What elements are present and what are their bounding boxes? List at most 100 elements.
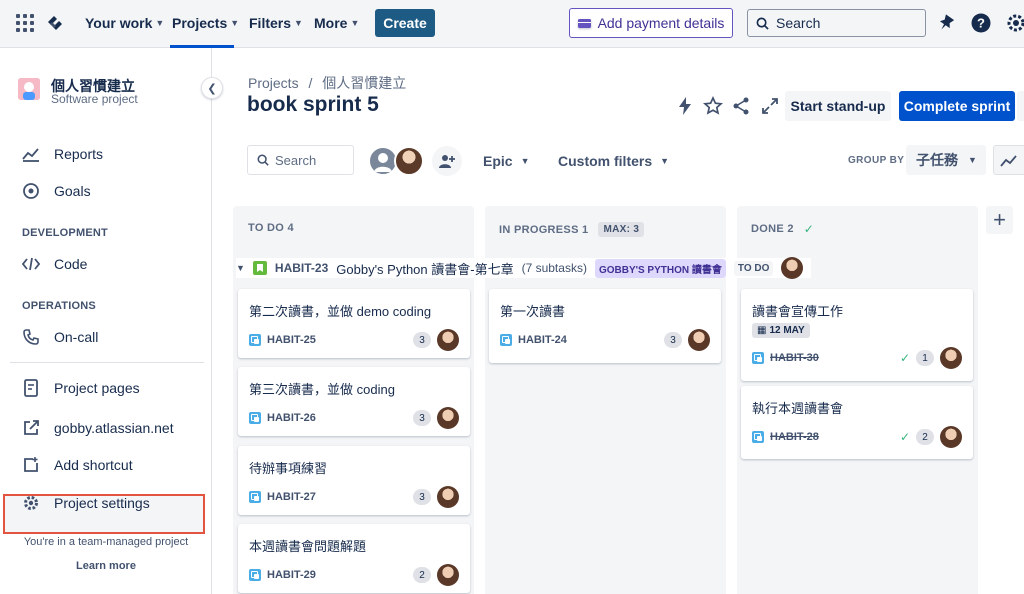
collapse-sidebar-button[interactable]: ❮ xyxy=(201,77,223,99)
story-points-badge: 3 xyxy=(413,489,431,505)
card-footer: HABIT-28 xyxy=(752,431,819,443)
epic-filter-dropdown[interactable]: Epic ▼ xyxy=(483,153,530,169)
card-meta: 3 xyxy=(413,486,459,508)
svg-text:?: ? xyxy=(977,16,985,31)
insights-button[interactable] xyxy=(993,145,1024,175)
add-shortcut-icon xyxy=(22,456,40,474)
goals-icon xyxy=(22,182,40,200)
sidebar-item-add-shortcut[interactable]: Add shortcut xyxy=(22,456,133,474)
jira-logo-icon[interactable] xyxy=(44,12,66,34)
card-meta: ✓ 1 xyxy=(900,347,962,369)
custom-filters-dropdown[interactable]: Custom filters ▼ xyxy=(558,153,669,169)
card-meta: 3 xyxy=(664,329,710,351)
project-type: Software project xyxy=(51,92,138,106)
sidebar-item-reports[interactable]: Reports xyxy=(22,145,103,163)
more-actions-button[interactable] xyxy=(1017,91,1024,121)
star-icon[interactable] xyxy=(703,96,723,116)
board-search-input[interactable]: Search xyxy=(247,145,354,175)
page-icon xyxy=(22,379,40,397)
sidebar-item-label: Project pages xyxy=(54,380,140,396)
app-switcher-icon[interactable] xyxy=(16,14,34,32)
subtask-icon xyxy=(249,412,261,424)
card-footer: HABIT-24 xyxy=(500,334,567,346)
avatar-user[interactable] xyxy=(394,146,424,176)
custom-filters-label: Custom filters xyxy=(558,153,653,169)
issue-card[interactable]: 待辦事項練習 HABIT-27 3 xyxy=(238,446,470,515)
nav-projects[interactable]: Projects ▼ xyxy=(172,15,239,31)
add-person-icon xyxy=(439,155,455,168)
fullscreen-icon[interactable] xyxy=(760,96,780,116)
breadcrumb-projects[interactable]: Projects xyxy=(248,75,299,91)
subtask-icon xyxy=(752,352,764,364)
card-title: 讀書會宣傳工作 xyxy=(752,304,844,319)
breadcrumb-project[interactable]: 個人習慣建立 xyxy=(322,75,406,91)
subtask-icon xyxy=(249,569,261,581)
sidebar-item-code[interactable]: Code xyxy=(22,255,87,273)
avatar xyxy=(781,257,804,279)
group-by-label: GROUP BY xyxy=(848,155,905,166)
start-standup-button[interactable]: Start stand-up xyxy=(785,91,891,121)
swimlane-header[interactable]: ▼ HABIT-23 Gobby's Python 讀書會-第七章 (7 sub… xyxy=(236,257,812,279)
issue-card[interactable]: 本週讀書會問題解題 HABIT-29 2 xyxy=(238,524,470,593)
sidebar-item-label: Goals xyxy=(54,183,91,199)
chevron-down-icon: ▼ xyxy=(230,18,240,28)
sidebar-item-goals[interactable]: Goals xyxy=(22,182,91,200)
issue-card[interactable]: 執行本週讀書會 HABIT-28 ✓ 2 xyxy=(741,386,973,459)
chevron-down-icon: ▼ xyxy=(520,156,530,166)
breadcrumb: Projects / 個人習慣建立 xyxy=(248,73,406,93)
sidebar-item-label: gobby.atlassian.net xyxy=(54,420,174,436)
group-by-dropdown[interactable]: 子任務 ▼ xyxy=(906,145,986,175)
story-points-badge: 3 xyxy=(413,332,431,348)
issue-card[interactable]: 第二次讀書，並做 demo coding HABIT-25 3 xyxy=(238,289,470,358)
issue-card[interactable]: 第三次讀書，並做 coding HABIT-26 3 xyxy=(238,367,470,436)
sidebar-item-label: Code xyxy=(54,256,88,272)
column-title: DONE 2 xyxy=(751,223,794,235)
card-key: HABIT-25 xyxy=(267,334,316,346)
issue-card[interactable]: 讀書會宣傳工作 ▦ 12 MAY HABIT-30 ✓ 1 xyxy=(741,289,973,381)
sidebar-item-label: Project settings xyxy=(54,495,150,511)
subtask-icon xyxy=(500,334,512,346)
chevron-down-icon[interactable]: ▼ xyxy=(236,263,245,273)
nav-filters[interactable]: Filters ▼ xyxy=(249,15,303,31)
create-button[interactable]: Create xyxy=(375,9,435,37)
nav-projects-label: Projects xyxy=(172,15,228,31)
breadcrumb-separator: / xyxy=(308,75,313,91)
epic-lozenge: GOBBY'S PYTHON 讀書會 xyxy=(594,258,726,278)
nav-your-work-label: Your work xyxy=(85,15,153,31)
card-key: HABIT-29 xyxy=(267,569,316,581)
story-points-badge: 2 xyxy=(916,429,934,445)
nav-your-work[interactable]: Your work ▼ xyxy=(85,15,164,31)
card-title: 本週讀書會問題解題 xyxy=(249,539,367,554)
notifications-icon[interactable] xyxy=(935,12,957,34)
issue-card[interactable]: 第一次讀書 HABIT-24 3 xyxy=(489,289,721,363)
complete-sprint-button[interactable]: Complete sprint xyxy=(899,91,1015,121)
story-points-badge: 3 xyxy=(664,332,682,348)
global-search-input[interactable]: Search xyxy=(747,9,926,37)
chevron-down-icon: ▼ xyxy=(350,18,360,28)
add-column-button[interactable]: + xyxy=(986,206,1013,234)
story-icon xyxy=(252,261,267,275)
automation-icon[interactable] xyxy=(675,96,695,116)
epic-filter-label: Epic xyxy=(483,153,513,169)
sidebar-item-oncall[interactable]: On-call xyxy=(22,328,98,346)
done-check-icon: ✓ xyxy=(899,351,910,365)
add-people-button[interactable] xyxy=(432,146,462,176)
sidebar-item-external-link[interactable]: gobby.atlassian.net xyxy=(22,419,174,437)
swimlane-issue-key[interactable]: HABIT-23 xyxy=(275,261,328,275)
wip-limit-badge: MAX: 3 xyxy=(598,222,645,237)
card-key: HABIT-30 xyxy=(770,352,819,364)
add-payment-button[interactable]: Add payment details xyxy=(569,8,733,38)
share-icon[interactable] xyxy=(731,96,751,116)
subtask-icon xyxy=(249,491,261,503)
sidebar-item-project-pages[interactable]: Project pages xyxy=(22,379,140,397)
learn-more-link[interactable]: Learn more xyxy=(0,560,212,572)
help-icon[interactable]: ? xyxy=(970,12,992,34)
chevron-down-icon: ▼ xyxy=(155,18,165,28)
card-footer: HABIT-30 xyxy=(752,352,819,364)
gear-icon xyxy=(22,494,40,512)
sidebar-item-label: On-call xyxy=(54,329,99,345)
nav-more[interactable]: More ▼ xyxy=(314,15,359,31)
card-footer: HABIT-26 xyxy=(249,412,316,424)
settings-icon[interactable] xyxy=(1005,12,1024,34)
sidebar-item-project-settings[interactable]: Project settings xyxy=(22,494,150,512)
